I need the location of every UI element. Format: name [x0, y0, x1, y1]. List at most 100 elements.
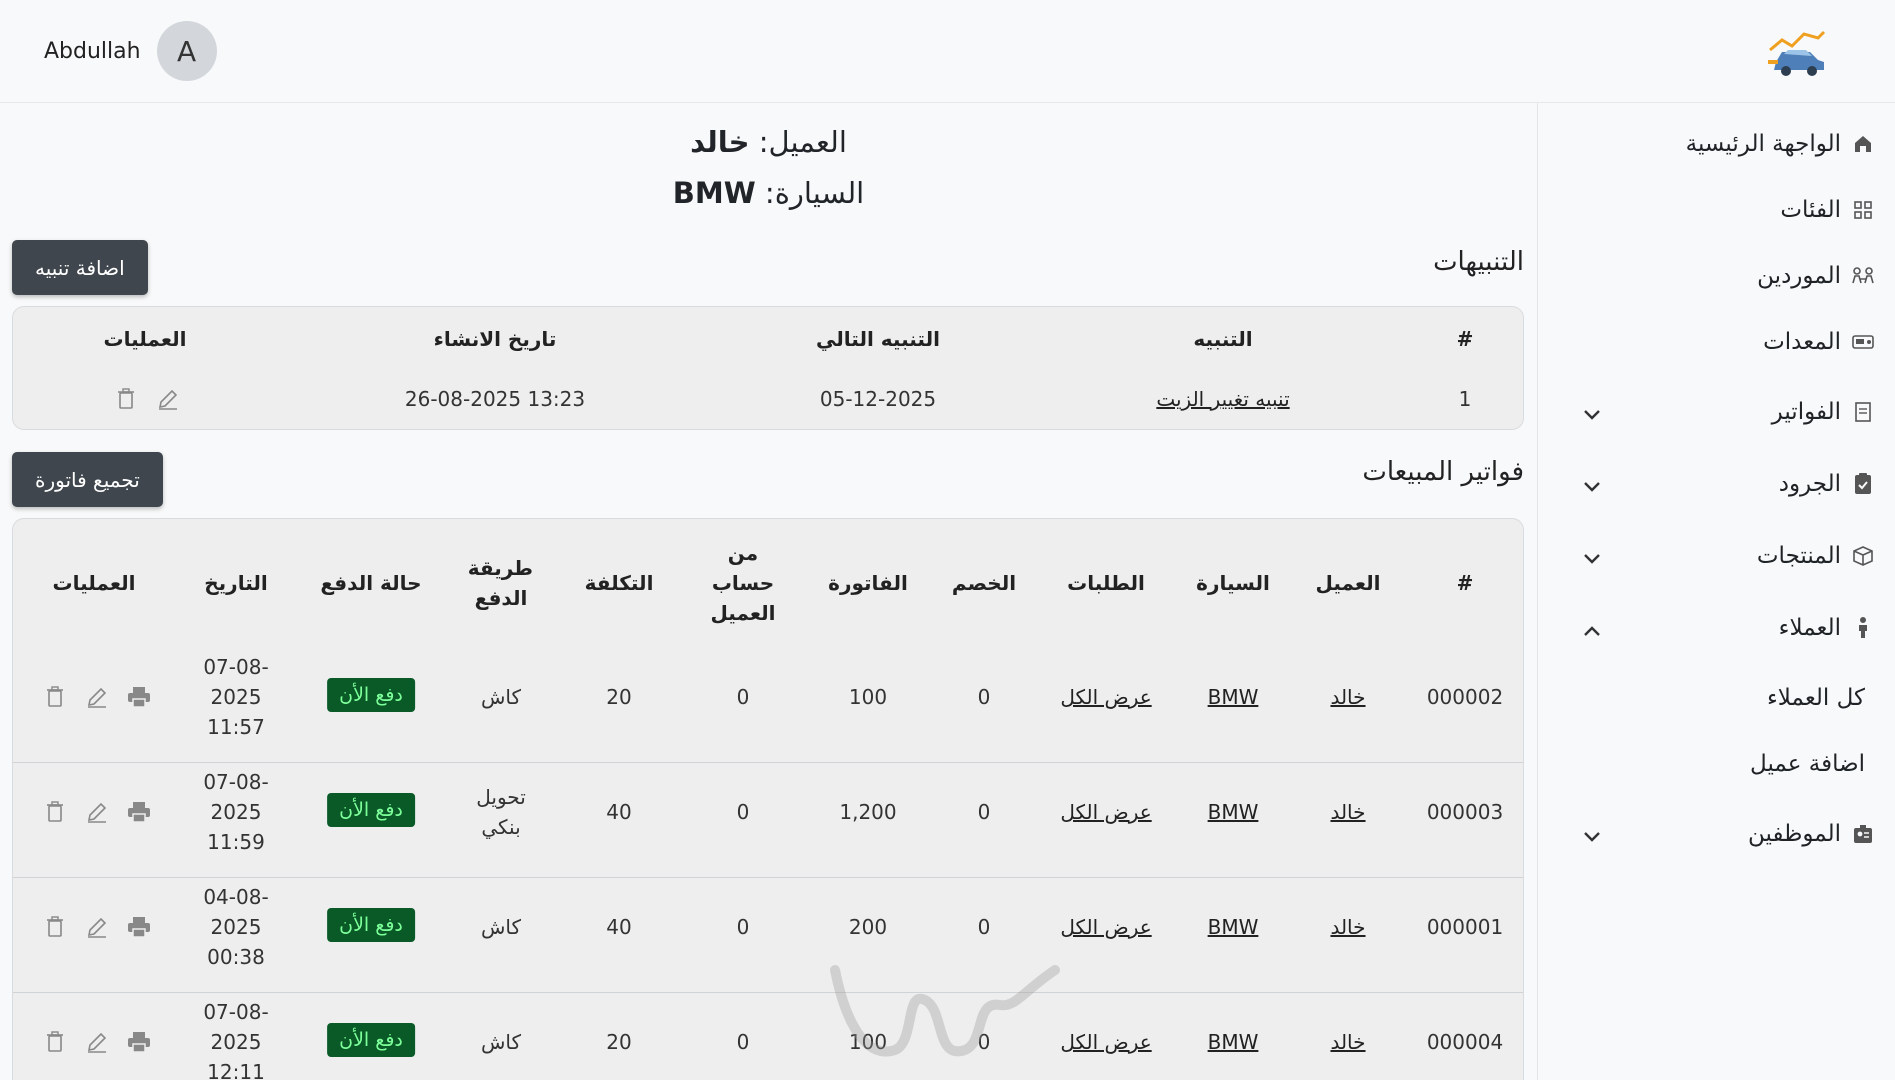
pay-now-badge[interactable]: دفع الأن: [327, 1023, 415, 1057]
sidebar: الواجهة الرئيسية الفئات الموردين المعدات…: [1537, 103, 1895, 1080]
col-header-num: #: [1456, 327, 1474, 351]
pay-now-badge[interactable]: دفع الأن: [327, 793, 415, 827]
sidebar-subitem-add-customer[interactable]: اضافة عميل: [1750, 751, 1865, 777]
invoice-icon: [1851, 400, 1875, 424]
sidebar-item-home[interactable]: الواجهة الرئيسية: [1686, 131, 1875, 157]
customer-line: العميل: خالد: [0, 125, 1537, 159]
sidebar-item-employees[interactable]: الموظفين: [1748, 821, 1875, 847]
car-link[interactable]: BMW: [1208, 797, 1259, 827]
alert-next-date: 05-12-2025: [819, 387, 937, 411]
edit-icon[interactable]: [84, 799, 109, 824]
invoice-date: 07-08-2025 11:59: [203, 770, 269, 854]
person-icon: [1851, 616, 1875, 640]
alerts-title: التنبيهات: [1433, 247, 1524, 277]
sidebar-subitem-all-customers[interactable]: كل العملاء: [1767, 685, 1865, 711]
cost-value: 20: [606, 1030, 632, 1054]
invoice-date: 07-08-2025 12:11: [203, 1000, 269, 1080]
print-icon[interactable]: [126, 1029, 151, 1054]
sales-invoices-table: # العميل السيارة الطلبات الخصم الفاتورة …: [12, 518, 1524, 1080]
sidebar-item-inventory[interactable]: الجرود: [1779, 471, 1875, 497]
delete-icon[interactable]: [42, 684, 67, 709]
edit-icon[interactable]: [155, 386, 180, 411]
chevron-down-icon[interactable]: [1580, 547, 1604, 571]
edit-icon[interactable]: [84, 914, 109, 939]
delete-icon[interactable]: [113, 386, 138, 411]
chevron-down-icon[interactable]: [1580, 403, 1604, 427]
invoice-date: 07-08-2025 11:57: [203, 655, 269, 739]
invoice-value: 100: [848, 685, 888, 709]
delete-icon[interactable]: [42, 1029, 67, 1054]
people-icon: [1851, 264, 1875, 288]
from-account-value: 0: [736, 1030, 750, 1054]
user-name: Abdullah: [44, 38, 141, 64]
car-line: السيارة: BMW: [0, 176, 1537, 210]
cost-value: 40: [606, 800, 632, 824]
sidebar-item-products[interactable]: المنتجات: [1757, 543, 1875, 569]
chevron-down-icon[interactable]: [1580, 475, 1604, 499]
clipboard-icon: [1851, 472, 1875, 496]
alert-name-link[interactable]: تنبيه تغيير الزيت: [1156, 384, 1289, 414]
show-all-orders-link[interactable]: عرض الكل: [1060, 682, 1151, 712]
alert-created-date: 26-08-2025 13:23: [404, 387, 586, 411]
col-header-car: السيارة: [1196, 571, 1270, 595]
sidebar-item-categories[interactable]: الفئات: [1780, 197, 1875, 223]
client-link[interactable]: خالد: [1330, 912, 1365, 942]
cost-value: 40: [606, 915, 632, 939]
show-all-orders-link[interactable]: عرض الكل: [1060, 912, 1151, 942]
chevron-down-icon[interactable]: [1580, 825, 1604, 849]
add-alert-button[interactable]: اضافة تنبيه: [12, 240, 148, 295]
print-icon[interactable]: [126, 684, 151, 709]
car-link[interactable]: BMW: [1208, 912, 1259, 942]
from-account-value: 0: [736, 800, 750, 824]
badge-icon: [1851, 822, 1875, 846]
client-link[interactable]: خالد: [1330, 682, 1365, 712]
delete-icon[interactable]: [42, 799, 67, 824]
user-menu[interactable]: Abdullah A: [44, 21, 217, 81]
invoice-value: 100: [848, 1030, 888, 1054]
sales-invoices-title: فواتير المبيعات: [1362, 457, 1524, 487]
sidebar-item-label: المنتجات: [1756, 543, 1841, 569]
col-header-ops: العمليات: [103, 327, 187, 351]
col-header-cost: التكلفة: [584, 571, 654, 595]
col-header-created: تاريخ الانشاء: [433, 327, 557, 351]
home-icon: [1851, 132, 1875, 156]
car-link[interactable]: BMW: [1208, 682, 1259, 712]
invoice-value: 1,200: [839, 800, 897, 824]
row-ops: [42, 1029, 151, 1054]
car-label: السيارة:: [764, 176, 865, 210]
sidebar-item-suppliers[interactable]: الموردين: [1757, 263, 1875, 289]
row-divider: [13, 877, 1523, 878]
cost-value: 20: [606, 685, 632, 709]
main-content: العميل: خالد السيارة: BMW التنبيهات اضاف…: [0, 103, 1537, 1080]
pay-now-badge[interactable]: دفع الأن: [327, 908, 415, 942]
sidebar-item-invoices[interactable]: الفواتير: [1772, 399, 1875, 425]
combine-invoice-button[interactable]: تجميع فاتورة: [12, 452, 163, 507]
row-divider: [13, 762, 1523, 763]
alert-ops: [113, 386, 180, 411]
sidebar-item-equipment[interactable]: المعدات: [1763, 329, 1875, 355]
discount-value: 0: [977, 1030, 991, 1054]
box-icon: [1851, 544, 1875, 568]
chevron-up-icon[interactable]: [1580, 619, 1604, 643]
print-icon[interactable]: [126, 799, 151, 824]
show-all-orders-link[interactable]: عرض الكل: [1060, 797, 1151, 827]
from-account-value: 0: [736, 915, 750, 939]
col-header-client: العميل: [1315, 571, 1381, 595]
edit-icon[interactable]: [84, 684, 109, 709]
client-link[interactable]: خالد: [1330, 797, 1365, 827]
pay-now-badge[interactable]: دفع الأن: [327, 678, 415, 712]
avatar[interactable]: A: [156, 21, 217, 81]
pay-method-value: كاش: [480, 915, 522, 939]
sidebar-item-label: الفواتير: [1771, 399, 1841, 425]
sidebar-item-label: الواجهة الرئيسية: [1685, 131, 1841, 157]
edit-icon[interactable]: [84, 1029, 109, 1054]
sidebar-item-customers[interactable]: العملاء: [1779, 615, 1875, 641]
car-link[interactable]: BMW: [1208, 1027, 1259, 1057]
client-link[interactable]: خالد: [1330, 1027, 1365, 1057]
show-all-orders-link[interactable]: عرض الكل: [1060, 1027, 1151, 1057]
col-header-num: #: [1456, 571, 1474, 595]
col-header-invoice: الفاتورة: [828, 571, 908, 595]
app-logo[interactable]: [1766, 28, 1830, 78]
delete-icon[interactable]: [42, 914, 67, 939]
print-icon[interactable]: [126, 914, 151, 939]
